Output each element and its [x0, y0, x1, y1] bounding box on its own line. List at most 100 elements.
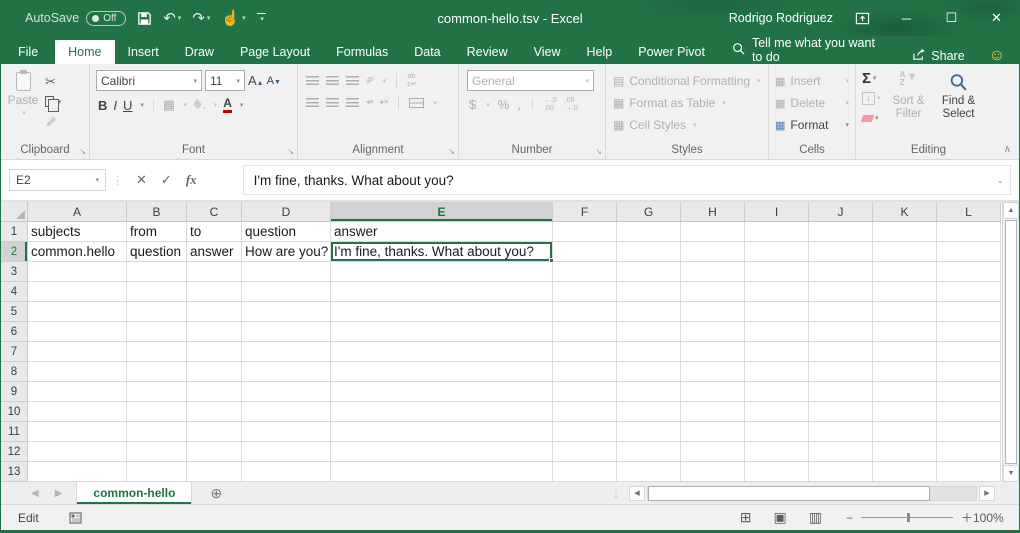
cell-A4[interactable]: [28, 282, 127, 302]
decrease-indent-icon[interactable]: ◂≡: [366, 99, 374, 107]
italic-button[interactable]: I: [113, 98, 117, 113]
cell-D8[interactable]: [242, 362, 331, 382]
cell-E5[interactable]: [331, 302, 553, 322]
account-user-name[interactable]: Rodrigo Rodriguez: [729, 11, 833, 25]
cell-A13[interactable]: [28, 462, 127, 482]
row-header-6[interactable]: 6: [1, 322, 28, 342]
cell-E1[interactable]: answer: [331, 222, 553, 242]
tab-view[interactable]: View: [521, 40, 574, 64]
cell-H7[interactable]: [681, 342, 745, 362]
cell-J13[interactable]: [809, 462, 873, 482]
cell-C10[interactable]: [187, 402, 242, 422]
cell-E7[interactable]: [331, 342, 553, 362]
cell-E11[interactable]: [331, 422, 553, 442]
cell-I4[interactable]: [745, 282, 809, 302]
cell-D12[interactable]: [242, 442, 331, 462]
cell-L13[interactable]: [937, 462, 1001, 482]
cell-K8[interactable]: [873, 362, 937, 382]
minimize-button[interactable]: ─: [884, 0, 929, 36]
bold-button[interactable]: B: [98, 98, 107, 113]
redo-button[interactable]: ↷▾: [192, 11, 210, 26]
cell-I11[interactable]: [745, 422, 809, 442]
increase-font-size-button[interactable]: A▲: [248, 73, 264, 88]
row-header-12[interactable]: 12: [1, 442, 28, 462]
cell-E8[interactable]: [331, 362, 553, 382]
cell-I6[interactable]: [745, 322, 809, 342]
font-color-caret-icon[interactable]: ▾: [240, 101, 244, 109]
cell-B8[interactable]: [127, 362, 187, 382]
cell-K9[interactable]: [873, 382, 937, 402]
ribbon-display-options-button[interactable]: [855, 11, 870, 26]
cell-A10[interactable]: [28, 402, 127, 422]
cell-C13[interactable]: [187, 462, 242, 482]
clear-button[interactable]: ▾: [862, 110, 881, 126]
format-painter-button[interactable]: [45, 114, 62, 129]
tab-file[interactable]: File: [1, 40, 55, 64]
cell-B5[interactable]: [127, 302, 187, 322]
cell-G4[interactable]: [617, 282, 681, 302]
tab-page-layout[interactable]: Page Layout: [227, 40, 323, 64]
cell-C9[interactable]: [187, 382, 242, 402]
expand-formula-bar-icon[interactable]: ⌄: [996, 175, 1004, 186]
zoom-slider[interactable]: [861, 517, 953, 518]
cell-B11[interactable]: [127, 422, 187, 442]
cell-E3[interactable]: [331, 262, 553, 282]
cell-A12[interactable]: [28, 442, 127, 462]
cell-F5[interactable]: [553, 302, 617, 322]
cell-styles-button[interactable]: ▦ Cell Styles▾: [606, 114, 768, 136]
column-header-L[interactable]: L: [937, 202, 1001, 222]
cell-H1[interactable]: [681, 222, 745, 242]
cell-H11[interactable]: [681, 422, 745, 442]
cell-C7[interactable]: [187, 342, 242, 362]
fill-button[interactable]: ↓▾: [862, 90, 881, 106]
cell-F13[interactable]: [553, 462, 617, 482]
cell-G11[interactable]: [617, 422, 681, 442]
cell-A11[interactable]: [28, 422, 127, 442]
cell-D10[interactable]: [242, 402, 331, 422]
column-header-I[interactable]: I: [745, 202, 809, 222]
cell-G12[interactable]: [617, 442, 681, 462]
cell-J2[interactable]: [809, 242, 873, 262]
cell-I8[interactable]: [745, 362, 809, 382]
currency-format-button[interactable]: $: [469, 97, 476, 112]
select-all-button[interactable]: [1, 202, 28, 222]
cell-K13[interactable]: [873, 462, 937, 482]
decrease-font-size-button[interactable]: A▼: [267, 75, 281, 87]
orientation-caret-icon[interactable]: ▾: [383, 77, 387, 85]
touch-mode-caret-icon[interactable]: ▾: [242, 15, 246, 22]
cell-J8[interactable]: [809, 362, 873, 382]
cell-J10[interactable]: [809, 402, 873, 422]
align-bottom-icon[interactable]: [346, 76, 359, 85]
insert-function-button[interactable]: fx: [186, 172, 197, 188]
decrease-decimal-icon[interactable]: .00→.0: [565, 97, 578, 112]
increase-indent-icon[interactable]: ▸≡: [381, 99, 389, 107]
scroll-left-arrow-icon[interactable]: ◀: [629, 486, 645, 501]
cell-E10[interactable]: [331, 402, 553, 422]
cell-F3[interactable]: [553, 262, 617, 282]
autosave-pill[interactable]: Off: [86, 11, 126, 26]
undo-caret-icon[interactable]: ▾: [178, 15, 182, 22]
cell-H6[interactable]: [681, 322, 745, 342]
scroll-up-arrow-icon[interactable]: ▲: [1003, 202, 1019, 219]
cell-K1[interactable]: [873, 222, 937, 242]
column-header-D[interactable]: D: [242, 202, 331, 222]
cell-G13[interactable]: [617, 462, 681, 482]
cell-G9[interactable]: [617, 382, 681, 402]
undo-button[interactable]: ↶▾: [163, 11, 181, 26]
cell-A6[interactable]: [28, 322, 127, 342]
vertical-scrollbar-thumb[interactable]: [1005, 220, 1017, 464]
column-header-B[interactable]: B: [127, 202, 187, 222]
cell-H2[interactable]: [681, 242, 745, 262]
row-header-9[interactable]: 9: [1, 382, 28, 402]
cell-L11[interactable]: [937, 422, 1001, 442]
cell-F10[interactable]: [553, 402, 617, 422]
percent-format-button[interactable]: %: [498, 97, 510, 112]
cell-H10[interactable]: [681, 402, 745, 422]
cell-L3[interactable]: [937, 262, 1001, 282]
column-header-C[interactable]: C: [187, 202, 242, 222]
cell-L6[interactable]: [937, 322, 1001, 342]
row-header-1[interactable]: 1: [1, 222, 28, 242]
cell-L5[interactable]: [937, 302, 1001, 322]
format-as-table-button[interactable]: ▦ Format as Table▾: [606, 92, 768, 114]
align-center-icon[interactable]: [326, 98, 339, 107]
